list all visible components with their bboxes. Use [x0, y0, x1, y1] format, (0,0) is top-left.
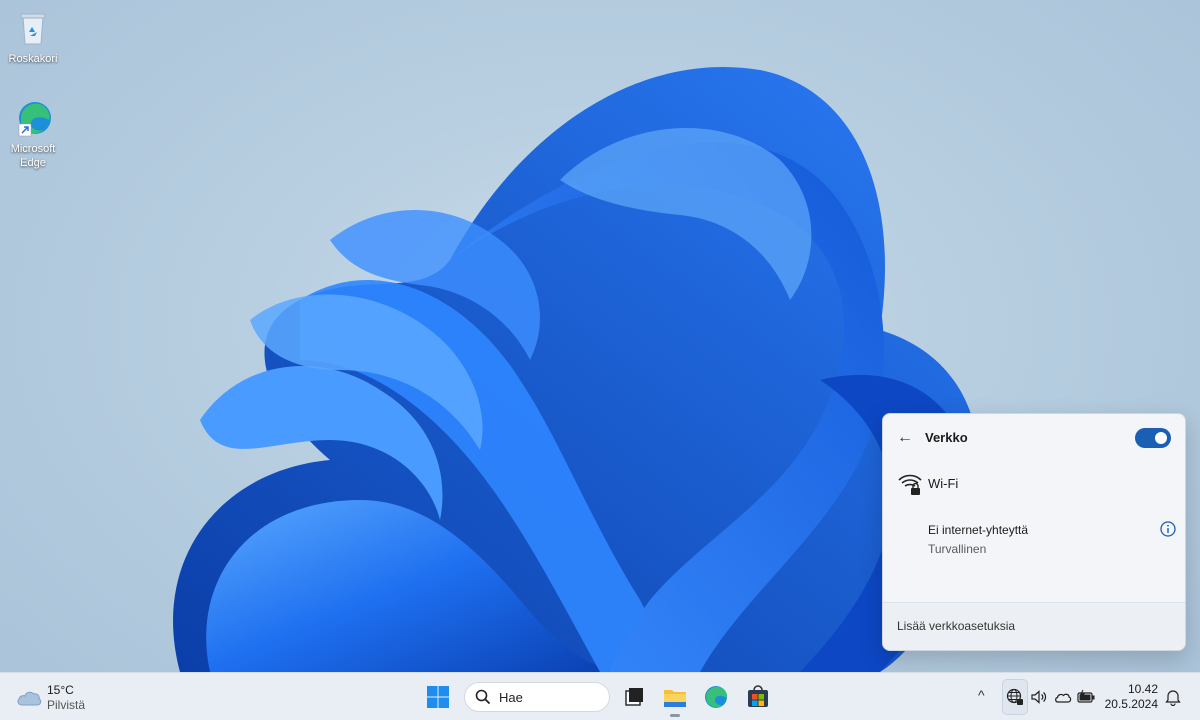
wifi-row[interactable]: Wi-Fi	[897, 472, 1173, 496]
show-hidden-icons-chevron[interactable]: ^	[978, 687, 985, 703]
flyout-title: Verkko	[925, 430, 968, 445]
task-view-icon	[625, 688, 643, 706]
quick-settings-tray[interactable]	[1002, 679, 1098, 715]
start-button[interactable]	[424, 683, 452, 711]
file-explorer-icon	[664, 690, 686, 707]
edge-taskbar-button[interactable]	[702, 683, 730, 711]
clock[interactable]: 10.42 20.5.2024	[1104, 682, 1158, 712]
info-icon[interactable]	[1160, 521, 1176, 537]
connection-status: Ei internet-yhteyttä	[928, 523, 1029, 537]
wifi-lock-icon	[898, 474, 922, 495]
edge-shortcut[interactable]: Microsoft Edge	[2, 98, 64, 170]
volume-icon[interactable]	[1030, 688, 1048, 706]
edge-icon	[705, 686, 728, 708]
store-button[interactable]	[744, 683, 772, 711]
back-arrow-icon[interactable]: ←	[897, 429, 913, 447]
globe-lock-icon[interactable]	[1006, 688, 1024, 706]
file-explorer-button[interactable]	[661, 683, 689, 717]
bell-icon[interactable]	[1165, 688, 1181, 706]
edge-label-line2: Edge	[20, 157, 46, 169]
running-indicator	[670, 714, 680, 717]
toggle-knob	[1155, 432, 1167, 444]
taskbar: 15°C Pilvistä Hae ^ 10.42 20.5.2024	[0, 672, 1200, 720]
clock-date: 20.5.2024	[1104, 697, 1158, 711]
taskbar-search[interactable]: Hae	[464, 682, 610, 712]
flyout-footer: Lisää verkkoasetuksia	[883, 602, 1185, 650]
task-view-button[interactable]	[620, 683, 648, 711]
edge-icon	[13, 98, 53, 138]
weather-widget[interactable]: 15°C Pilvistä	[14, 681, 124, 713]
desktop: Roskakori Microsoft Edge ← Verkko Wi-Fi …	[0, 0, 1200, 720]
weather-temperature: 15°C	[47, 683, 74, 697]
clock-time: 10.42	[1127, 682, 1158, 696]
network-flyout: ← Verkko Wi-Fi Ei internet-yhteyttä Turv…	[882, 413, 1186, 651]
windows-logo-icon	[427, 686, 449, 708]
cloud-icon	[17, 691, 42, 706]
recycle-bin-label: Roskakori	[8, 53, 58, 65]
weather-condition: Pilvistä	[47, 698, 86, 712]
edge-label-line1: Microsoft	[10, 143, 56, 155]
recycle-bin-shortcut[interactable]: Roskakori	[2, 8, 64, 66]
recycle-bin-icon	[13, 8, 53, 48]
security-status: Turvallinen	[928, 542, 987, 556]
onedrive-icon[interactable]	[1054, 688, 1072, 706]
more-network-settings-link[interactable]: Lisää verkkoasetuksia	[897, 619, 1015, 633]
search-icon	[475, 689, 491, 705]
store-icon	[748, 685, 768, 707]
search-placeholder: Hae	[499, 690, 523, 705]
network-toggle[interactable]	[1135, 428, 1171, 448]
battery-charging-icon[interactable]	[1076, 688, 1096, 706]
wifi-label: Wi-Fi	[928, 476, 959, 491]
